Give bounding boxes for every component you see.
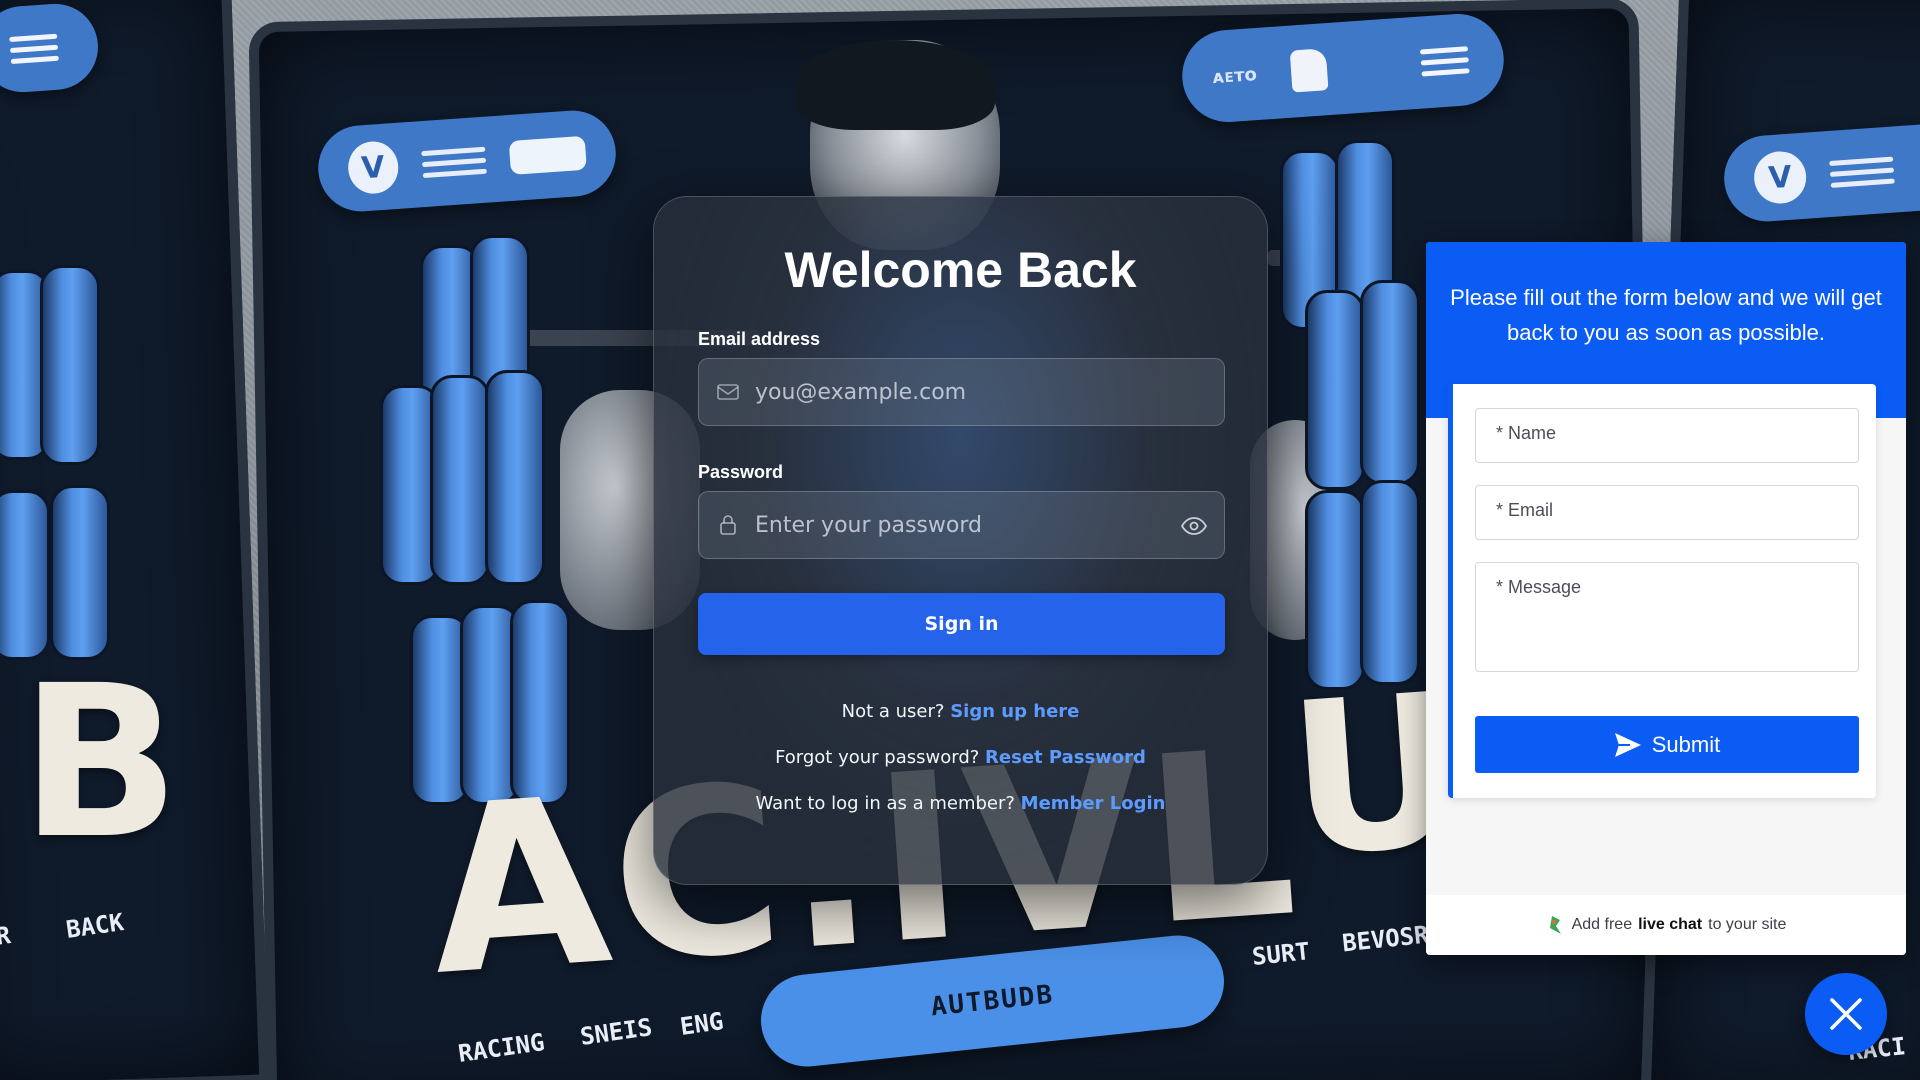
hamburger-icon [1419,45,1470,77]
login-links: Not a user? Sign up here Forgot your pas… [698,701,1223,814]
bg-logo-pill-right: V [1721,121,1920,225]
contact-form: * Name * Email * Message Submit [1448,384,1876,798]
submit-button[interactable]: Submit [1475,716,1859,773]
email-field[interactable]: * Email [1475,485,1859,540]
lock-icon [720,515,736,535]
bg-weight-plate [485,370,545,585]
password-label: Password [698,462,784,482]
email-placeholder: * Email [1496,500,1554,520]
logo-icon: V [346,139,400,196]
close-icon [1830,998,1862,1030]
widget-footer[interactable]: Add free live chat to your site [1426,895,1906,955]
submit-label: Submit [1651,731,1721,757]
bg-big-letter-left: B [20,640,185,885]
footer-bold: live chat [1638,916,1703,933]
hamburger-icon [9,33,59,64]
email-input[interactable] [699,359,1224,425]
forgot-row: Forgot your password? Reset Password [698,747,1223,768]
message-placeholder: * Message [1496,577,1582,597]
message-field[interactable]: * Message [1475,562,1859,672]
signup-prompt: Not a user? [841,701,945,722]
close-widget-button[interactable] [1805,973,1887,1055]
send-icon [1614,732,1641,757]
bg-word-eng: ENG [678,1007,726,1041]
bg-weight-plate [50,485,110,660]
text-lines-decoration [1829,156,1895,188]
bg-button-bar-label: AUTBUDB [929,979,1056,1023]
widget-header-text: Please fill out the form below and we wi… [1450,285,1882,345]
bg-weight-plate [0,490,50,660]
name-field[interactable]: * Name [1475,408,1859,463]
password-input[interactable] [699,492,1224,558]
password-field-wrapper [698,491,1225,559]
bar-decoration [508,135,587,175]
eye-icon[interactable] [1180,514,1208,538]
reset-password-link[interactable]: Reset Password [985,747,1146,768]
member-login-link[interactable]: Member Login [1021,793,1166,814]
logo-icon: V [1752,149,1808,206]
footer-prefix: Add free [1571,916,1633,933]
login-card: Welcome Back Email address Password Sign… [653,196,1268,885]
member-row: Want to log in as a member? Member Login [698,793,1223,814]
text-lines-decoration [420,146,487,178]
footer-suffix: to your site [1708,916,1787,933]
login-title: Welcome Back [784,242,1137,298]
member-prompt: Want to log in as a member? [755,793,1015,814]
email-label: Email address [698,329,821,349]
thumbs-up-icon [1289,48,1329,93]
signup-row: Not a user? Sign up here [698,701,1223,722]
bg-weight-plate [430,375,490,585]
envelope-icon [717,384,739,400]
bg-athlete-hair [795,40,995,130]
forgot-prompt: Forgot your password? [775,747,980,768]
bg-pill-text: ᴀᴇᴛᴏ [1211,63,1258,88]
contact-widget: Please fill out the form below and we wi… [1426,242,1906,955]
name-placeholder: * Name [1496,423,1557,443]
bg-weight-plate [1360,280,1420,485]
email-field-wrapper [698,358,1225,426]
bg-weight-plate [1305,290,1365,490]
bg-weight-plate [40,265,100,465]
chat-logo-icon [1549,916,1561,934]
signup-link[interactable]: Sign up here [950,701,1079,722]
sign-in-button[interactable]: Sign in [698,593,1225,655]
